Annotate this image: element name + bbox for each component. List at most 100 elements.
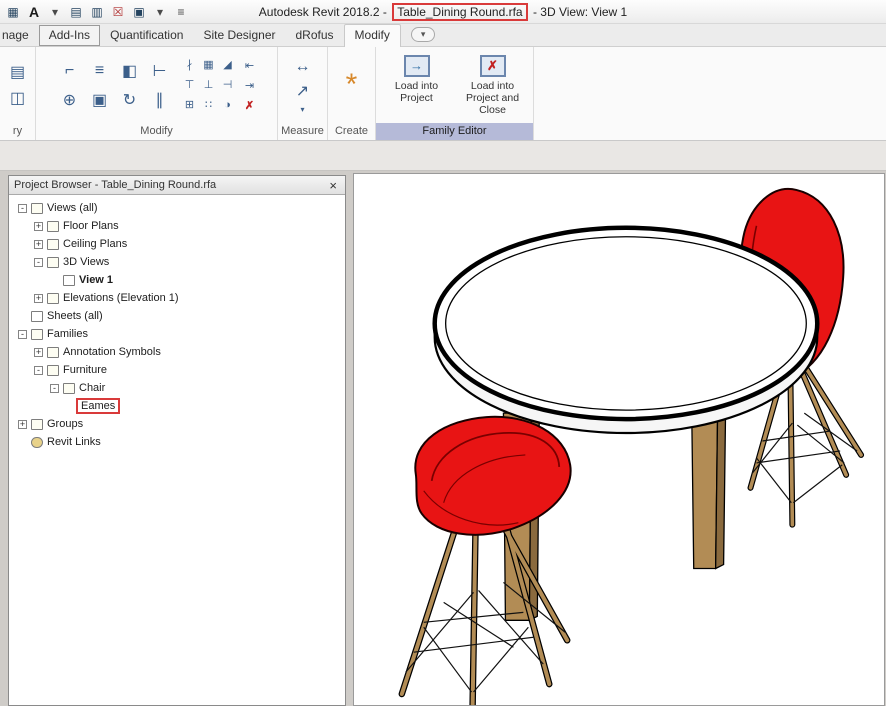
load-into-project-button[interactable]: → Load into Project [381, 52, 453, 107]
tree-item-revit-links[interactable]: Revit Links [9, 433, 345, 451]
expander-icon[interactable]: + [34, 240, 43, 249]
tree-item-label: Sheets (all) [47, 310, 103, 322]
align-icon[interactable]: ∥ [147, 87, 173, 113]
array-icon[interactable]: ▦ [200, 56, 218, 74]
expander-icon[interactable]: + [34, 348, 43, 357]
window-title-prefix: Autodesk Revit 2018.2 - [259, 5, 387, 19]
wall-join-icon[interactable]: ⇤ [241, 56, 259, 74]
offset-icon[interactable]: ≡ [87, 58, 113, 84]
project-browser: Project Browser - Table_Dining Round.rfa… [8, 175, 346, 706]
tree-item-eames[interactable]: Eames [9, 397, 345, 415]
delete-icon[interactable]: ✗ [241, 96, 259, 114]
expander-icon[interactable]: + [34, 222, 43, 231]
cope-icon[interactable]: ⌐ [57, 58, 83, 84]
project-browser-header[interactable]: Project Browser - Table_Dining Round.rfa… [9, 176, 345, 195]
beam-join-icon[interactable]: ⇥ [241, 76, 259, 94]
expander-icon[interactable]: + [18, 420, 27, 429]
expander-icon[interactable]: - [50, 384, 59, 393]
tree-item-label: Chair [79, 382, 105, 394]
panel-family-editor: → Load into Project ✗ Load into Project … [376, 47, 534, 140]
paint-icon[interactable]: ◑ [219, 96, 237, 114]
family-types-icon[interactable]: * [346, 73, 358, 97]
close-icon[interactable]: × [326, 179, 340, 192]
tree-item-label: Annotation Symbols [63, 346, 161, 358]
tab-drofus[interactable]: dRofus [286, 25, 344, 46]
tree-item-chair[interactable]: - Chair [9, 379, 345, 397]
expander-icon[interactable]: + [34, 294, 43, 303]
clipboard-paste-icon[interactable]: ▤ [8, 62, 28, 82]
tab-quantification[interactable]: Quantification [100, 25, 193, 46]
trim-icon[interactable]: ⊣ [219, 76, 237, 94]
aligned-dimension-icon[interactable]: ↔ [290, 57, 316, 77]
user-interface-icon[interactable]: ▥ [89, 5, 105, 19]
autodesk-logo[interactable]: A [26, 4, 42, 20]
tree-item-label: Ceiling Plans [63, 238, 127, 250]
panel-label-create[interactable]: Create [328, 123, 375, 140]
tree-item-views-all[interactable]: - Views (all) [9, 199, 345, 217]
tree-item-3d-views[interactable]: - 3D Views [9, 253, 345, 271]
tree-item-view-1[interactable]: View 1 [9, 271, 345, 289]
scale-icon[interactable]: ◢ [219, 56, 237, 74]
match-icon[interactable]: ∷ [200, 96, 218, 114]
application-menu-icon[interactable]: ▦ [5, 5, 21, 19]
extend-icon[interactable]: ⊢ [147, 58, 173, 84]
panel-measure: ↔ ↗ ▾ Measure [278, 47, 328, 140]
tree-item-label: Families [47, 328, 88, 340]
unpin-icon[interactable]: ⊥ [200, 76, 218, 94]
ribbon-minimize-toggle[interactable]: ▾ [411, 27, 436, 42]
tab-add-ins[interactable]: Add-Ins [39, 25, 100, 46]
floor-plans-icon [47, 221, 59, 232]
mirror-icon[interactable]: ◧ [117, 58, 143, 84]
tab-modify[interactable]: Modify [344, 24, 401, 47]
load-into-project-and-close-icon: ✗ [480, 55, 506, 77]
tree-item-label: Groups [47, 418, 83, 430]
3d-views-icon [47, 257, 59, 268]
close-hidden-windows-icon[interactable]: ☒ [110, 5, 126, 19]
tree-item-ceiling-plans[interactable]: + Ceiling Plans [9, 235, 345, 253]
switch-windows-icon[interactable]: ▤ [68, 5, 84, 19]
tree-item-label: 3D Views [63, 256, 109, 268]
tab-manage-cut[interactable]: nage [0, 25, 39, 46]
rotate-icon[interactable]: ↻ [117, 87, 143, 113]
elevations-icon [47, 293, 59, 304]
measure-icon[interactable]: ↗ [290, 81, 316, 101]
tile-windows-icon[interactable]: ▣ [131, 5, 147, 19]
tree-item-elevations[interactable]: + Elevations (Elevation 1) [9, 289, 345, 307]
quick-access-toolbar: ▦ A ▾ ▤ ▥ ☒ ▣ ▾ ≡ [0, 4, 189, 20]
copy-icon[interactable]: ▣ [87, 87, 113, 113]
load-into-project-and-close-button[interactable]: ✗ Load into Project and Close [457, 52, 529, 119]
tree-item-label: Eames [81, 400, 115, 412]
chair-front-left[interactable] [402, 417, 571, 705]
split-icon[interactable]: ∤ [181, 56, 199, 74]
modify-tool-column: ≡ ▣ [87, 58, 113, 113]
3d-viewport[interactable] [353, 173, 885, 706]
tree-item-sheets-all[interactable]: Sheets (all) [9, 307, 345, 325]
expander-icon[interactable]: - [18, 204, 27, 213]
modify-tool-column: ⌐ ⊕ [57, 58, 83, 113]
tree-item-floor-plans[interactable]: + Floor Plans [9, 217, 345, 235]
ribbon: ▤ ◫ ry ⌐ ⊕ ≡ ▣ ◧ ↻ ⊢ [0, 47, 886, 141]
panel-label-measure[interactable]: Measure [278, 123, 327, 140]
expander-icon[interactable]: - [34, 366, 43, 375]
title-bar: ▦ A ▾ ▤ ▥ ☒ ▣ ▾ ≡ Autodesk Revit 2018.2 … [0, 0, 886, 24]
measure-caret-icon[interactable]: ▾ [294, 105, 312, 114]
tree-item-furniture[interactable]: - Furniture [9, 361, 345, 379]
move-icon[interactable]: ⊕ [57, 87, 83, 113]
expander-icon[interactable]: - [18, 330, 27, 339]
table-top [435, 228, 818, 419]
tree-item-families[interactable]: - Families [9, 325, 345, 343]
tree-item-groups[interactable]: + Groups [9, 415, 345, 433]
ribbon-empty-space [534, 47, 886, 140]
join-icon[interactable]: ⊞ [181, 96, 199, 114]
annotation-highlight-filename: Table_Dining Round.rfa [392, 3, 527, 21]
tab-site-designer[interactable]: Site Designer [193, 25, 285, 46]
pin-icon[interactable]: ⊤ [181, 76, 199, 94]
app-caret-icon[interactable]: ▾ [47, 5, 63, 19]
load-into-project-icon: → [404, 55, 430, 77]
qat-customize-icon[interactable]: ≡ [173, 5, 189, 19]
type-properties-icon[interactable]: ◫ [8, 88, 28, 108]
panel-label-modify[interactable]: Modify [36, 123, 277, 140]
expander-icon[interactable]: - [34, 258, 43, 267]
qat-caret-icon[interactable]: ▾ [152, 5, 168, 19]
tree-item-annotation-symbols[interactable]: + Annotation Symbols [9, 343, 345, 361]
